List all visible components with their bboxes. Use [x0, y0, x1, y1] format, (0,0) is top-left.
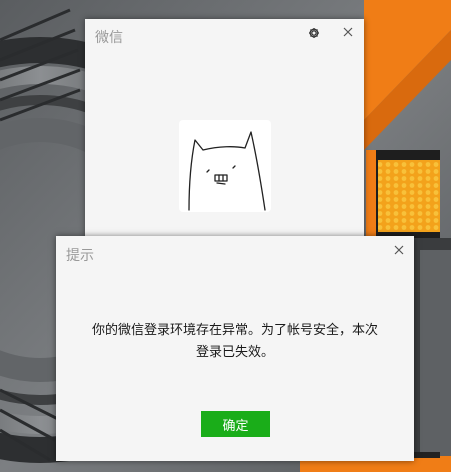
gear-icon[interactable] — [304, 23, 324, 43]
close-icon[interactable] — [338, 22, 358, 42]
message-line-1: 你的微信登录环境存在异常。为了帐号安全，本次 — [91, 323, 378, 338]
avatar — [179, 120, 271, 212]
close-icon[interactable] — [389, 240, 409, 260]
message-line-2: 登录已失效。 — [195, 345, 274, 360]
dialog-title: 提示 — [66, 248, 94, 264]
doodle-cat-icon — [188, 131, 266, 211]
dialog-message: 你的微信登录环境存在异常。为了帐号安全，本次 登录已失效。 — [76, 320, 394, 364]
warning-dialog: 提示 你的微信登录环境存在异常。为了帐号安全，本次 登录已失效。 确定 — [56, 236, 414, 461]
window-title: 微信 — [95, 30, 123, 46]
wechat-login-window: 微信 — [85, 19, 364, 241]
ok-button[interactable]: 确定 — [201, 411, 270, 437]
